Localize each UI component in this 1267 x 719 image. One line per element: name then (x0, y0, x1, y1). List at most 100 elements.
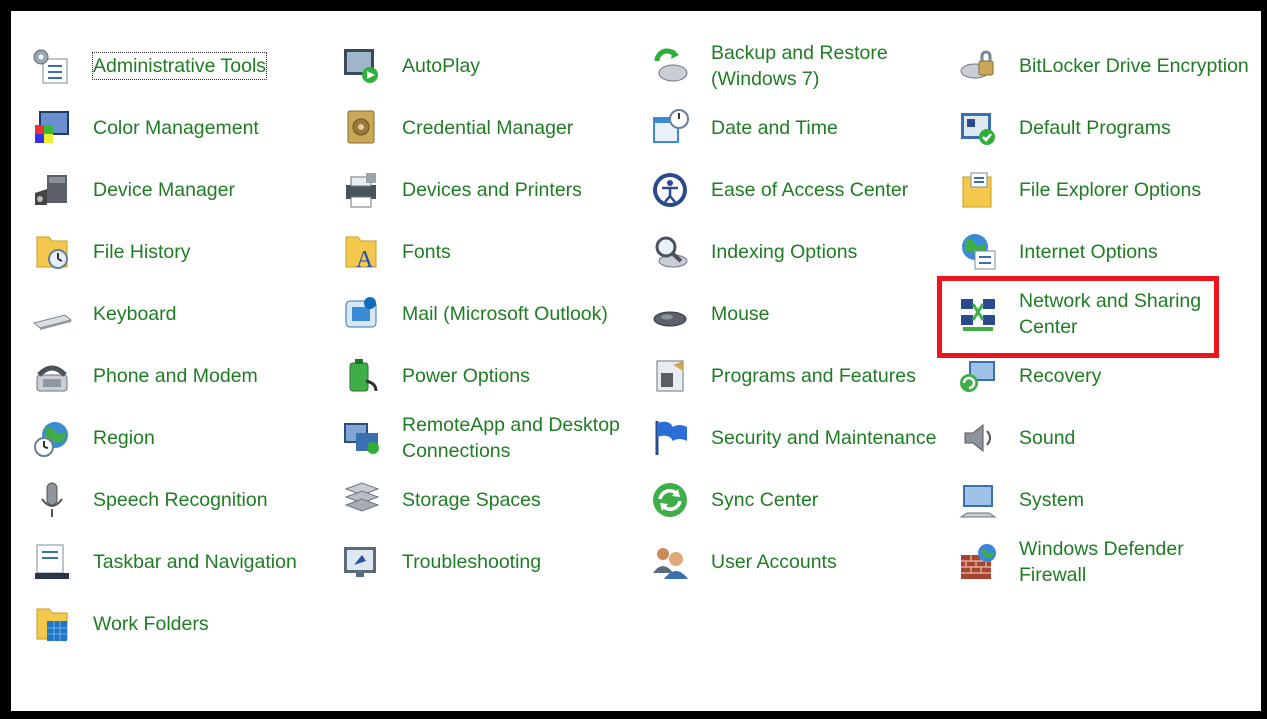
control-panel-item-label[interactable]: Administrative Tools (91, 35, 268, 97)
control-panel-item-label[interactable]: Phone and Modem (93, 345, 258, 407)
control-panel-item-label[interactable]: Default Programs (1019, 97, 1171, 159)
control-panel-item-administrative-tools[interactable]: Administrative Tools (31, 35, 331, 97)
control-panel-item-label[interactable]: Device Manager (93, 159, 235, 221)
programs-features-icon (649, 355, 691, 397)
control-panel-item-label[interactable]: Taskbar and Navigation (93, 531, 297, 593)
control-panel-item-label[interactable]: Mouse (711, 283, 770, 345)
label-text: Recovery (1019, 365, 1102, 387)
control-panel-item-mouse[interactable]: Mouse (649, 283, 949, 345)
storage-spaces-icon (340, 479, 382, 521)
control-panel-item-label[interactable]: User Accounts (711, 531, 837, 593)
control-panel-item-sound[interactable]: Sound (957, 407, 1257, 469)
control-panel-item-label[interactable]: Network and Sharing Center (1019, 283, 1201, 345)
control-panel-item-devices-and-printers[interactable]: Devices and Printers (340, 159, 640, 221)
file-history-icon (31, 231, 73, 273)
control-panel-item-ease-of-access-center[interactable]: Ease of Access Center (649, 159, 949, 221)
label-text: Color Management (93, 117, 259, 139)
troubleshooting-icon (340, 541, 382, 583)
sync-center-icon (649, 479, 691, 521)
control-panel-item-fonts[interactable]: A Fonts (340, 221, 640, 283)
control-panel-item-label[interactable]: Troubleshooting (402, 531, 541, 593)
label-text: Device Manager (93, 179, 235, 201)
control-panel-item-sync-center[interactable]: Sync Center (649, 469, 949, 531)
label-text: Internet Options (1019, 241, 1158, 263)
control-panel-item-network-and-sharing-center[interactable]: Network and Sharing Center (957, 283, 1257, 345)
mail-icon (340, 293, 382, 335)
control-panel-item-work-folders[interactable]: Work Folders (31, 593, 331, 655)
control-panel-item-indexing-options[interactable]: Indexing Options (649, 221, 949, 283)
control-panel-item-label[interactable]: File Explorer Options (1019, 159, 1201, 221)
control-panel-item-label[interactable]: BitLocker Drive Encryption (1019, 35, 1249, 97)
control-panel-item-label[interactable]: Devices and Printers (402, 159, 582, 221)
control-panel-item-label[interactable]: Power Options (402, 345, 530, 407)
control-panel-item-label[interactable]: RemoteApp and Desktop Connections (402, 407, 620, 469)
credential-manager-icon (340, 107, 382, 149)
control-panel-item-bitlocker-drive-encryption[interactable]: BitLocker Drive Encryption (957, 35, 1257, 97)
control-panel-item-windows-defender-firewall[interactable]: Windows Defender Firewall (957, 531, 1257, 593)
control-panel-item-power-options[interactable]: Power Options (340, 345, 640, 407)
control-panel-item-internet-options[interactable]: Internet Options (957, 221, 1257, 283)
control-panel-item-default-programs[interactable]: Default Programs (957, 97, 1257, 159)
taskbar-icon (31, 541, 73, 583)
label-text: Security and Maintenance (711, 427, 937, 449)
control-panel-item-label[interactable]: Date and Time (711, 97, 838, 159)
control-panel-item-remoteapp-and-desktop-connections[interactable]: RemoteApp and Desktop Connections (340, 407, 640, 469)
control-panel-item-phone-and-modem[interactable]: Phone and Modem (31, 345, 331, 407)
label-text: Sound (1019, 427, 1076, 449)
control-panel-item-recovery[interactable]: Recovery (957, 345, 1257, 407)
control-panel-item-device-manager[interactable]: Device Manager (31, 159, 331, 221)
label-text: Programs and Features (711, 365, 916, 387)
control-panel-item-label[interactable]: Fonts (402, 221, 451, 283)
control-panel-item-label[interactable]: Indexing Options (711, 221, 857, 283)
label-text: Devices and Printers (402, 179, 582, 201)
control-panel-item-programs-and-features[interactable]: Programs and Features (649, 345, 949, 407)
control-panel-item-label[interactable]: Region (93, 407, 155, 469)
control-panel-item-taskbar-and-navigation[interactable]: Taskbar and Navigation (31, 531, 331, 593)
control-panel-item-label[interactable]: Sound (1019, 407, 1075, 469)
control-panel-item-label[interactable]: Backup and Restore (Windows 7) (711, 35, 888, 97)
control-panel-item-label[interactable]: Color Management (93, 97, 259, 159)
control-panel-item-label[interactable]: Internet Options (1019, 221, 1158, 283)
control-panel-item-label[interactable]: Security and Maintenance (711, 407, 936, 469)
control-panel-item-security-and-maintenance[interactable]: Security and Maintenance (649, 407, 949, 469)
control-panel-item-label[interactable]: Credential Manager (402, 97, 573, 159)
control-panel-item-label[interactable]: Sync Center (711, 469, 818, 531)
control-panel-item-keyboard[interactable]: Keyboard (31, 283, 331, 345)
control-panel-item-color-management[interactable]: Color Management (31, 97, 331, 159)
control-panel-item-label[interactable]: AutoPlay (402, 35, 480, 97)
control-panel-item-label[interactable]: Mail (Microsoft Outlook) (402, 283, 608, 345)
label-text: Region (93, 427, 155, 449)
control-panel-item-autoplay[interactable]: AutoPlay (340, 35, 640, 97)
control-panel-item-date-and-time[interactable]: Date and Time (649, 97, 949, 159)
control-panel-item-label[interactable]: Speech Recognition (93, 469, 268, 531)
control-panel-item-region[interactable]: Region (31, 407, 331, 469)
control-panel-item-file-explorer-options[interactable]: File Explorer Options (957, 159, 1257, 221)
control-panel-item-storage-spaces[interactable]: Storage Spaces (340, 469, 640, 531)
control-panel-item-user-accounts[interactable]: User Accounts (649, 531, 949, 593)
control-panel-item-label[interactable]: Recovery (1019, 345, 1101, 407)
control-panel-item-label[interactable]: File History (93, 221, 191, 283)
control-panel-item-label[interactable]: System (1019, 469, 1084, 531)
control-panel-item-label[interactable]: Programs and Features (711, 345, 916, 407)
power-options-icon (340, 355, 382, 397)
microphone-icon (31, 479, 73, 521)
control-panel-item-backup-and-restore-windows-7[interactable]: Backup and Restore (Windows 7) (649, 35, 949, 97)
autoplay-icon (340, 45, 382, 87)
control-panel-item-speech-recognition[interactable]: Speech Recognition (31, 469, 331, 531)
control-panel-item-file-history[interactable]: File History (31, 221, 331, 283)
administrative-tools-icon (31, 45, 73, 87)
control-panel-item-label[interactable]: Storage Spaces (402, 469, 541, 531)
mouse-icon (649, 293, 691, 335)
label-text: Work Folders (93, 613, 209, 635)
control-panel-item-troubleshooting[interactable]: Troubleshooting (340, 531, 640, 593)
control-panel-item-credential-manager[interactable]: Credential Manager (340, 97, 640, 159)
control-panel-item-label[interactable]: Work Folders (93, 593, 209, 655)
label-text: System (1019, 489, 1085, 511)
control-panel-item-label[interactable]: Ease of Access Center (711, 159, 908, 221)
control-panel-item-system[interactable]: System (957, 469, 1257, 531)
control-panel-item-label[interactable]: Windows Defender Firewall (1019, 531, 1184, 593)
control-panel-all-items: Administrative Tools Color Management Devi… (11, 11, 1261, 711)
control-panel-item-label[interactable]: Keyboard (93, 283, 176, 345)
control-panel-item-mail-microsoft-outlook[interactable]: Mail (Microsoft Outlook) (340, 283, 640, 345)
phone-modem-icon (31, 355, 73, 397)
